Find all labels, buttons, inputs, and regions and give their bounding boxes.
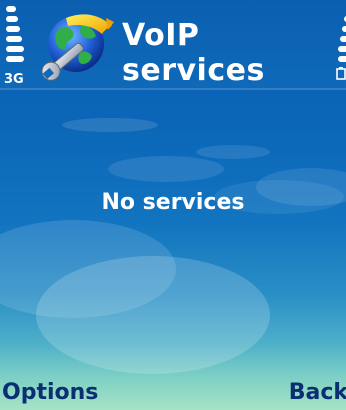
title-bar-divider [0, 88, 346, 90]
screen: 3G VoIP services No services Options Bac… [0, 0, 346, 410]
signal-strength-icon [6, 6, 24, 66]
back-softkey[interactable]: Back [289, 380, 346, 410]
background-bubble [196, 145, 270, 159]
network-type-label: 3G [4, 72, 24, 87]
empty-list-message: No services [101, 190, 245, 215]
background-bubble [108, 156, 224, 182]
page-title: VoIP services [122, 18, 265, 88]
options-softkey[interactable]: Options [2, 380, 98, 410]
globe-wrench-icon [41, 14, 114, 81]
background-bubble [36, 256, 270, 374]
background-bubble [62, 118, 158, 132]
